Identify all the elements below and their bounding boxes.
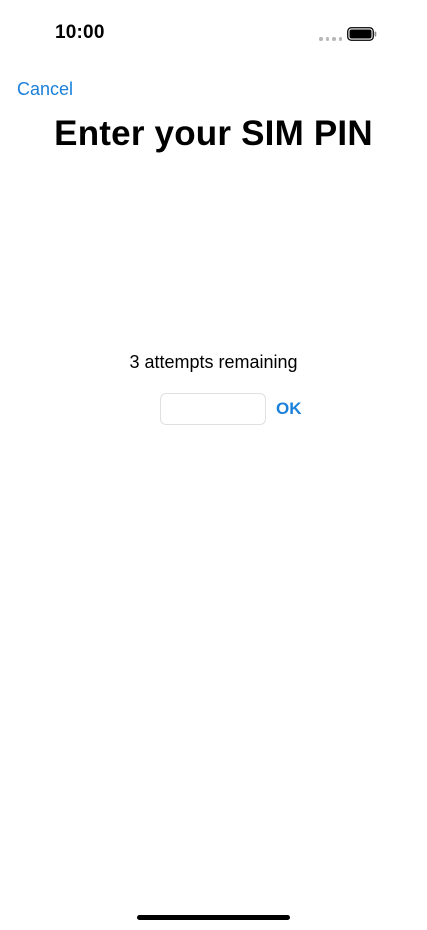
ok-button[interactable]: OK [276,399,302,419]
attempts-remaining-text: 3 attempts remaining [129,352,298,372]
battery-icon [347,27,377,41]
sim-pin-input[interactable] [160,393,266,425]
cancel-button[interactable]: Cancel [17,79,73,100]
signal-dots-icon [319,37,343,41]
status-time: 10:00 [55,22,105,43]
page-title: Enter your SIM PIN [54,114,373,153]
status-bar: 10:00 [0,0,427,64]
home-indicator[interactable] [137,915,290,920]
